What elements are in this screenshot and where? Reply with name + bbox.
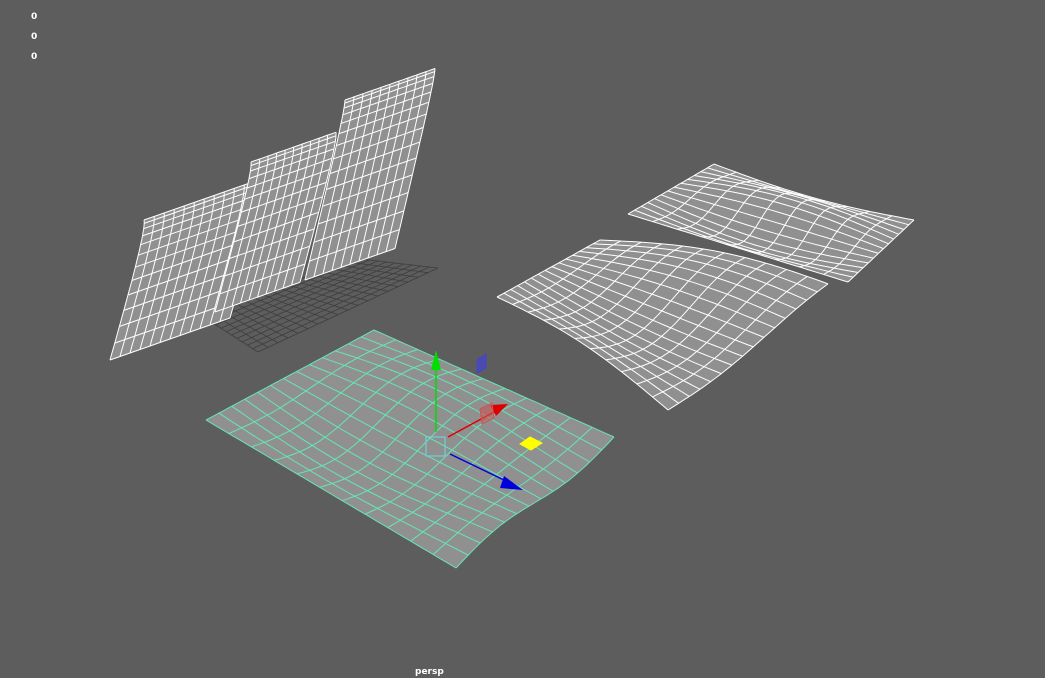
nurbs-curl-surface[interactable]	[109, 68, 436, 361]
camera-name-label: persp	[415, 667, 444, 677]
hud-value: 0	[31, 12, 38, 22]
move-xy-plane-handle[interactable]	[476, 353, 487, 374]
hud-value: 0	[31, 52, 38, 62]
nurbs-plane-selected[interactable]	[205, 329, 615, 569]
nurbs-plane-front[interactable]	[496, 239, 829, 411]
hud-readout: 0 0 0	[31, 11, 37, 71]
viewport-canvas[interactable]	[0, 0, 1045, 678]
hud-value: 0	[31, 32, 38, 42]
